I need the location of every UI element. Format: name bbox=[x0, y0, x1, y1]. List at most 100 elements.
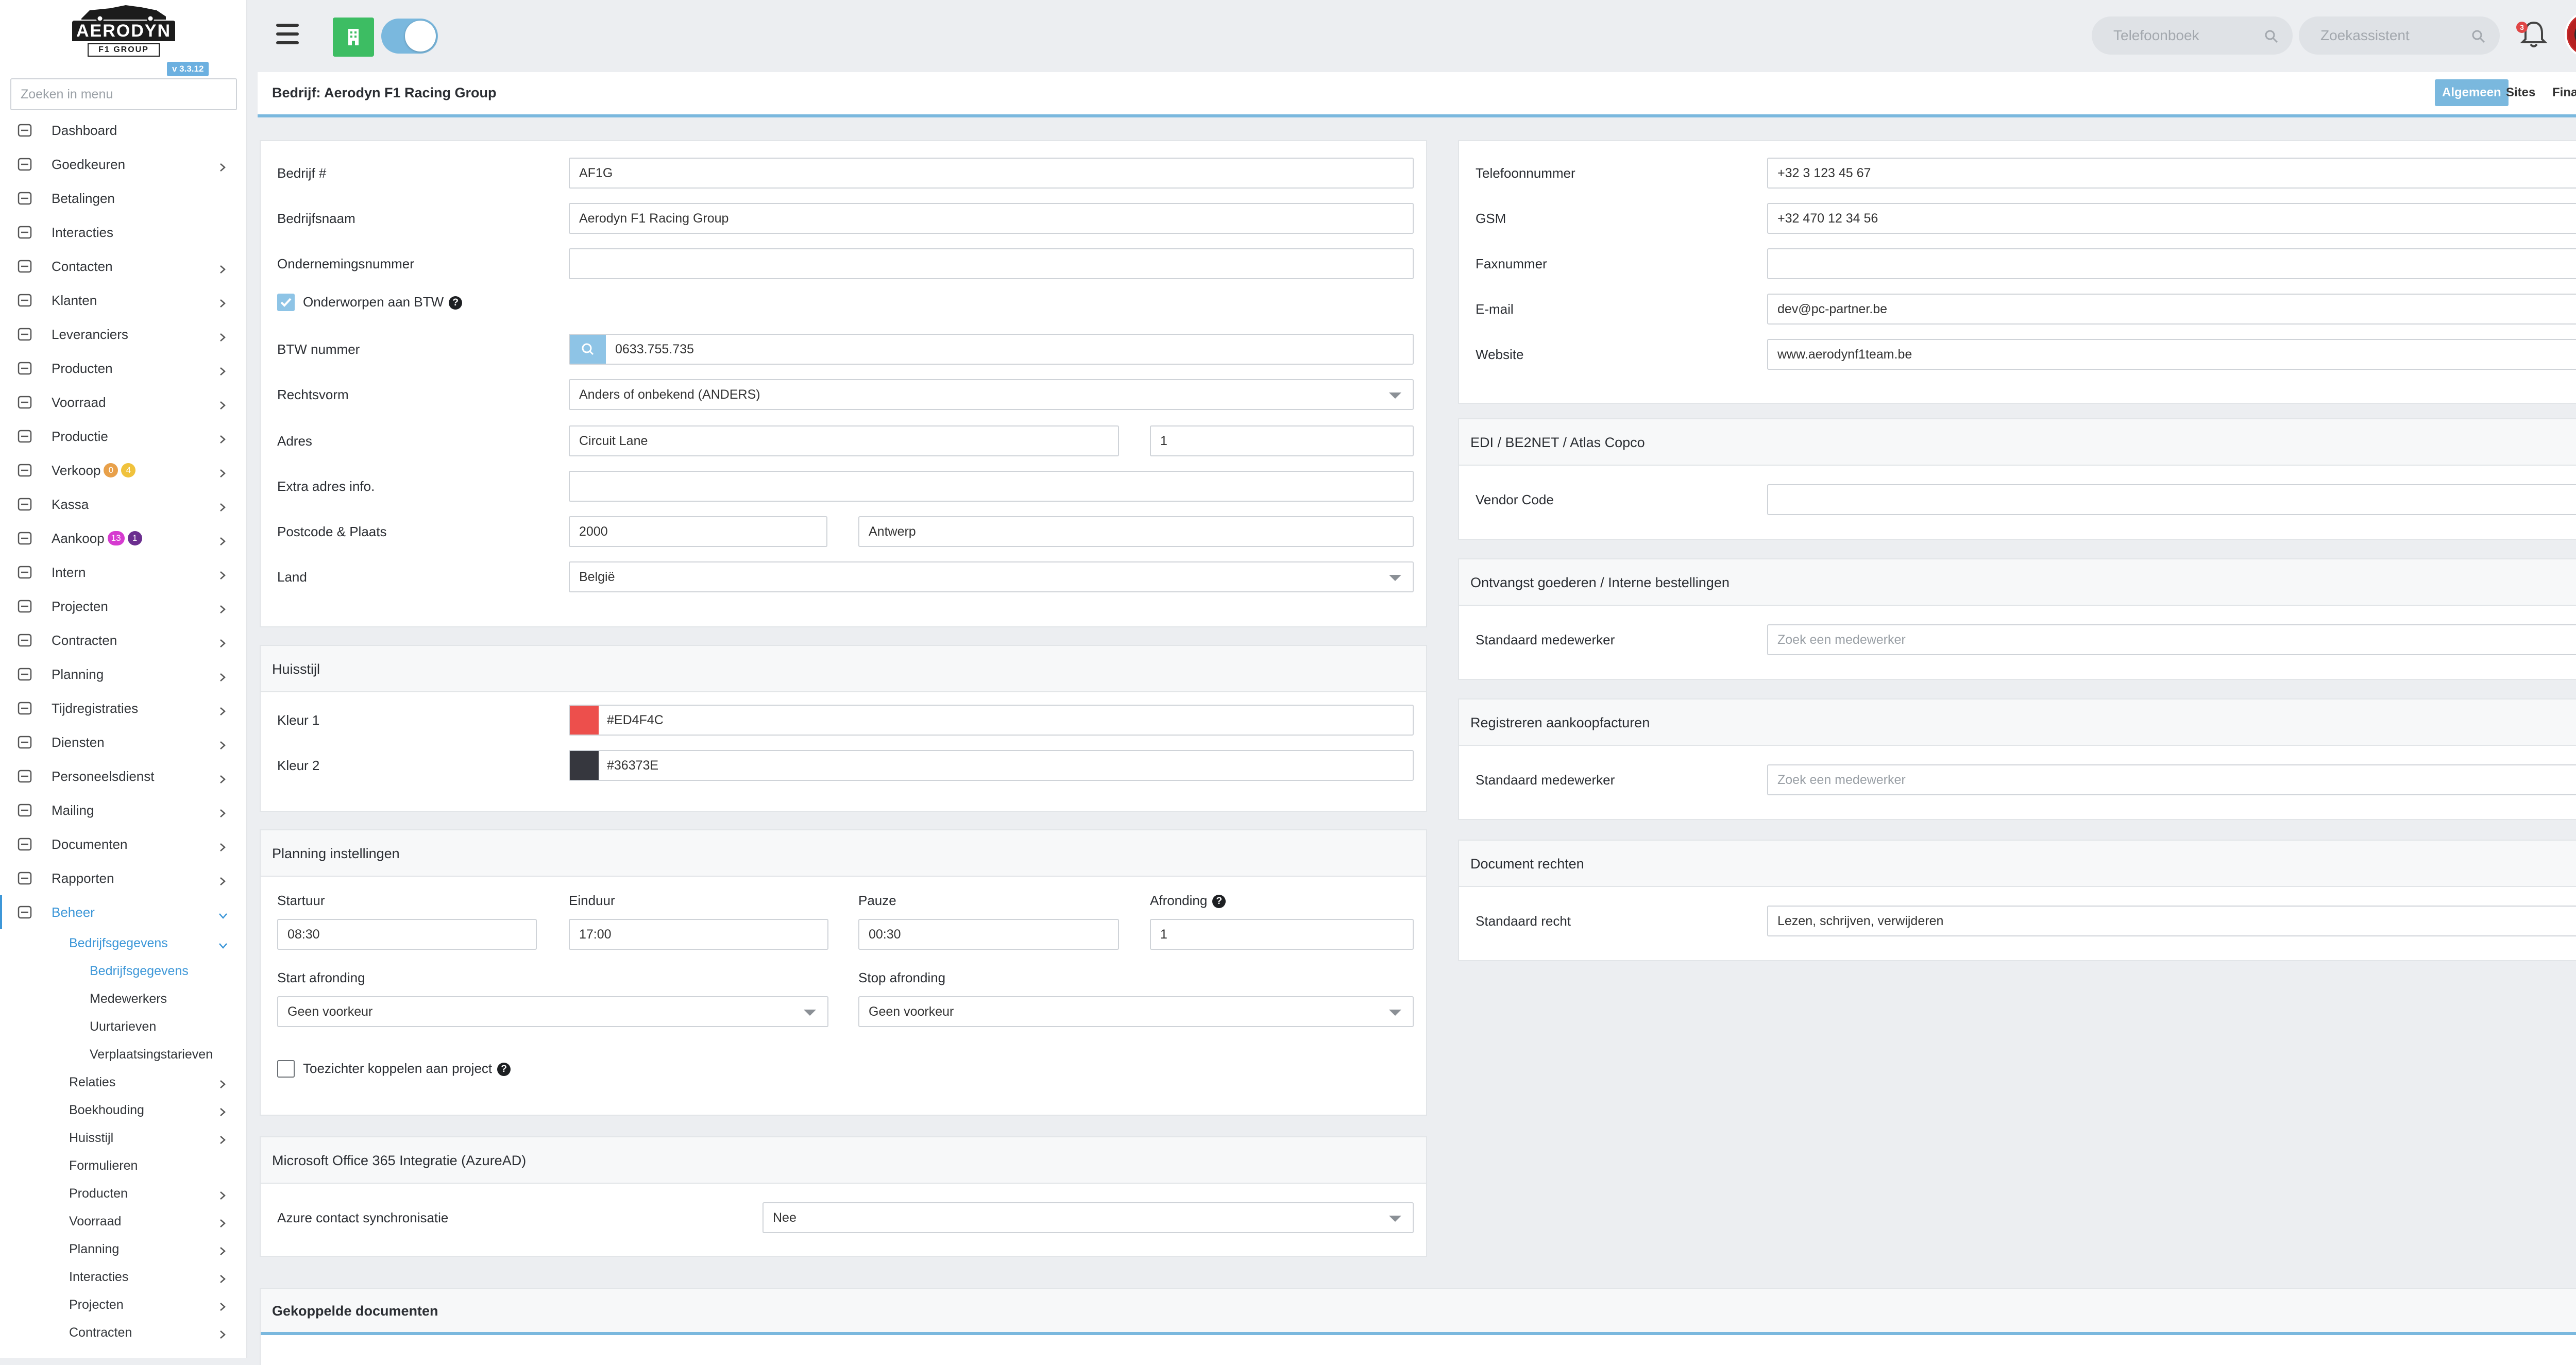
sidebar-item-projecten[interactable]: Projecten bbox=[0, 589, 247, 623]
postal-code-input[interactable]: 2000 bbox=[569, 516, 827, 547]
sidebar-item-goedkeuren[interactable]: Goedkeuren bbox=[0, 147, 247, 181]
toggle-knob bbox=[405, 21, 436, 52]
chevron-right-icon bbox=[218, 636, 227, 647]
extra-address-input[interactable] bbox=[569, 471, 1414, 502]
sidebar-item-productie[interactable]: Productie bbox=[0, 419, 247, 453]
company-no-input[interactable]: AF1G bbox=[569, 158, 1414, 189]
sidebar-item-contracten[interactable]: Contracten bbox=[0, 623, 247, 657]
country-select[interactable]: België bbox=[569, 561, 1414, 592]
phonebook-search[interactable]: Telefoonboek bbox=[2092, 16, 2293, 55]
sidebar-item-klanten[interactable]: Klanten bbox=[0, 283, 247, 317]
sidebar-subitem-bedrijfsgegevens[interactable]: Bedrijfsgegevens bbox=[0, 957, 247, 985]
house-no-input[interactable]: 1 bbox=[1150, 425, 1414, 456]
azure-sync-select[interactable]: Nee bbox=[762, 1202, 1414, 1233]
user-avatar[interactable] bbox=[2565, 11, 2576, 58]
hamburger-menu-icon[interactable] bbox=[276, 24, 299, 44]
sidebar-item-verkoop[interactable]: Verkoop 0 4 bbox=[0, 453, 247, 487]
sidebar-item-kassa[interactable]: Kassa bbox=[0, 487, 247, 521]
rounding-input[interactable]: 1 bbox=[1150, 919, 1414, 950]
sidebar-item-producten[interactable]: Producten bbox=[0, 351, 247, 385]
start-rounding-select[interactable]: Geen voorkeur bbox=[277, 996, 828, 1027]
tab-algemeen[interactable]: Algemeen bbox=[2435, 79, 2509, 106]
fax-input[interactable] bbox=[1767, 248, 2576, 279]
sidebar-item-aankoop[interactable]: Aankoop 13 1 bbox=[0, 521, 247, 555]
sidebar-item-dashboard[interactable]: Dashboard bbox=[0, 113, 247, 147]
website-input[interactable]: www.aerodynf1team.be bbox=[1767, 339, 2576, 370]
sidebar-item-interacties[interactable]: Interacties bbox=[0, 215, 247, 249]
company-no-label: Bedrijf # bbox=[277, 165, 327, 181]
color1-swatch[interactable] bbox=[570, 706, 599, 735]
vat-lookup-button[interactable] bbox=[570, 335, 606, 364]
city-input[interactable]: Antwerp bbox=[858, 516, 1414, 547]
enterprise-no-input[interactable] bbox=[569, 248, 1414, 279]
search-icon bbox=[2472, 30, 2485, 43]
sidebar-item-betalingen[interactable]: Betalingen bbox=[0, 181, 247, 215]
color2-swatch[interactable] bbox=[570, 751, 599, 780]
phone-input[interactable]: +32 3 123 45 67 bbox=[1767, 158, 2576, 189]
company-building-button[interactable] bbox=[333, 18, 374, 57]
stop-rounding-select[interactable]: Geen voorkeur bbox=[858, 996, 1414, 1027]
sidebar-item-diensten[interactable]: Diensten bbox=[0, 725, 247, 759]
help-icon[interactable]: ? bbox=[449, 296, 463, 310]
chevron-right-icon bbox=[218, 1133, 227, 1144]
sidebar-subitem-interacties[interactable]: Interacties bbox=[0, 1263, 247, 1291]
page-header: Bedrijf: Aerodyn F1 Racing Group Algemee… bbox=[258, 72, 2576, 117]
pause-input[interactable]: 00:30 bbox=[858, 919, 1119, 950]
email-input[interactable]: dev@pc-partner.be bbox=[1767, 294, 2576, 325]
sidebar-item-rapporten[interactable]: Rapporten bbox=[0, 861, 247, 895]
version-badge: v 3.3.12 bbox=[167, 62, 209, 76]
supervisors-checkbox[interactable] bbox=[277, 1060, 295, 1078]
sidebar-item-voorraad[interactable]: Voorraad bbox=[0, 385, 247, 419]
help-icon[interactable]: ? bbox=[1212, 895, 1226, 909]
street-input[interactable]: Circuit Lane bbox=[569, 425, 1119, 456]
tab-sites[interactable]: Sites bbox=[2499, 79, 2543, 106]
sidebar-subitem-relaties[interactable]: Relaties bbox=[0, 1068, 247, 1096]
help-icon[interactable]: ? bbox=[497, 1063, 511, 1077]
invoices-employee-select[interactable]: Zoek een medewerker bbox=[1767, 764, 2576, 795]
theme-toggle[interactable] bbox=[381, 19, 438, 54]
sidebar-subitem-planning[interactable]: Planning bbox=[0, 1235, 247, 1263]
sidebar-subitem-formulieren[interactable]: Formulieren bbox=[0, 1152, 247, 1180]
default-right-label: Standaard recht bbox=[1476, 913, 1571, 929]
sidebar-item-leveranciers[interactable]: Leveranciers bbox=[0, 317, 247, 351]
sidebar-subitem-contracten[interactable]: Contracten bbox=[0, 1319, 247, 1346]
sidebar-item-contacten[interactable]: Contacten bbox=[0, 249, 247, 283]
start-time-input[interactable]: 08:30 bbox=[277, 919, 537, 950]
company-name-input[interactable]: Aerodyn F1 Racing Group bbox=[569, 203, 1414, 234]
color1-input[interactable]: #ED4F4C bbox=[569, 705, 1414, 736]
sidebar-item-personeelsdienst[interactable]: Personeelsdienst bbox=[0, 759, 247, 793]
sidebar-item-planning[interactable]: Planning bbox=[0, 657, 247, 691]
tab-financieel[interactable]: Financieel bbox=[2545, 79, 2576, 106]
sidebar-subitem-bedrijfsgegevens[interactable]: Bedrijfsgegevens bbox=[0, 929, 247, 957]
sidebar-subitem-voorraad[interactable]: Voorraad bbox=[0, 1207, 247, 1235]
color2-input[interactable]: #36373E bbox=[569, 750, 1414, 781]
sidebar-subitem-verplaatsingstarieven[interactable]: Verplaatsingstarieven bbox=[0, 1040, 247, 1068]
company-logo[interactable]: AERODYN F1 GROUP bbox=[72, 2, 175, 60]
credit-card-icon bbox=[15, 190, 34, 207]
start-label: Startuur bbox=[277, 893, 325, 908]
sidebar-subitem-projecten[interactable]: Projecten bbox=[0, 1291, 247, 1319]
legal-form-select[interactable]: Anders of onbekend (ANDERS) bbox=[569, 379, 1414, 410]
sidebar-item-intern[interactable]: Intern bbox=[0, 555, 247, 589]
notifications-button[interactable]: 3 bbox=[2514, 14, 2553, 54]
sidebar-item-tijdregistraties[interactable]: Tijdregistraties bbox=[0, 691, 247, 725]
sidebar-item-mailing[interactable]: Mailing bbox=[0, 793, 247, 827]
sidebar-subitem-uurtarieven[interactable]: Uurtarieven bbox=[0, 1013, 247, 1040]
vendor-code-input[interactable] bbox=[1767, 484, 2576, 515]
sidebar-subitem-huisstijl[interactable]: Huisstijl bbox=[0, 1124, 247, 1152]
sidebar-subitem-boekhouding[interactable]: Boekhouding bbox=[0, 1096, 247, 1124]
gsm-input[interactable]: +32 470 12 34 56 bbox=[1767, 203, 2576, 234]
sidebar-subitem-label: Huisstijl bbox=[69, 1131, 114, 1145]
sidebar-item-beheer[interactable]: Beheer bbox=[0, 895, 247, 929]
receipt-employee-select[interactable]: Zoek een medewerker bbox=[1767, 624, 2576, 655]
vat-no-input[interactable]: 0633.755.735 bbox=[569, 334, 1414, 365]
menu-search-input[interactable] bbox=[10, 78, 237, 110]
default-right-select[interactable]: Lezen, schrijven, verwijderen bbox=[1767, 906, 2576, 936]
assistant-search[interactable]: Zoekassistent bbox=[2299, 16, 2500, 55]
sidebar-subitem-producten[interactable]: Producten bbox=[0, 1180, 247, 1207]
sidebar-item-label: Contacten bbox=[52, 249, 113, 283]
vat-subject-checkbox[interactable] bbox=[277, 294, 295, 311]
end-time-input[interactable]: 17:00 bbox=[569, 919, 828, 950]
sidebar-subitem-medewerkers[interactable]: Medewerkers bbox=[0, 985, 247, 1013]
sidebar-item-documenten[interactable]: Documenten bbox=[0, 827, 247, 861]
